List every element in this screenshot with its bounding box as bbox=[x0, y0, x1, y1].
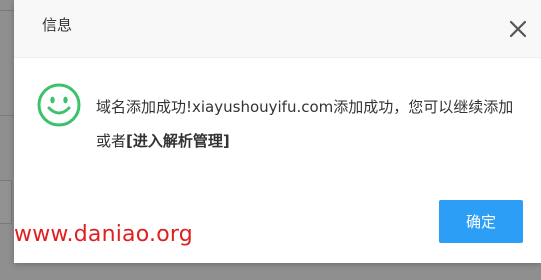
background-divider bbox=[0, 10, 14, 11]
watermark: www.daniao.org bbox=[14, 222, 193, 247]
background-page bbox=[0, 0, 14, 280]
dns-management-link[interactable]: [进入解析管理] bbox=[126, 132, 230, 150]
screen: 信息 域名添加成功!xiayushouyifu.com添加成功，您可以继续添加或… bbox=[0, 0, 541, 280]
confirm-button[interactable]: 确定 bbox=[439, 200, 523, 243]
smile-icon bbox=[36, 82, 82, 128]
dialog-message: 域名添加成功!xiayushouyifu.com添加成功，您可以继续添加或者[进… bbox=[96, 90, 526, 158]
background-divider bbox=[0, 115, 14, 116]
dialog-title: 信息 bbox=[42, 16, 73, 34]
close-icon[interactable] bbox=[506, 17, 530, 41]
background-input bbox=[0, 180, 12, 224]
dialog-header: 信息 bbox=[14, 0, 541, 58]
